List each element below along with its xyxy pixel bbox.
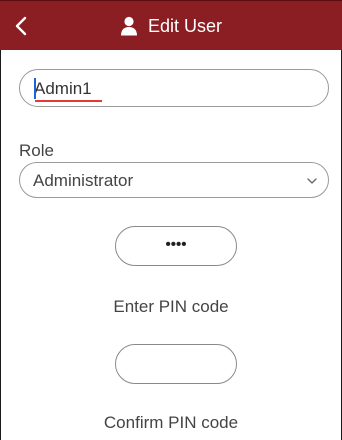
pin-input[interactable]: •••• <box>115 226 237 266</box>
enter-pin-label: Enter PIN code <box>113 297 229 316</box>
username-field[interactable] <box>19 69 329 107</box>
window-border-left <box>0 0 1 440</box>
confirm-pin-label: Confirm PIN code <box>103 413 239 432</box>
confirm-pin-input[interactable] <box>115 344 237 384</box>
user-icon <box>120 16 137 36</box>
page-title: Edit User <box>147 15 223 36</box>
role-label: Role <box>19 141 54 160</box>
role-select-value: Administrator <box>33 171 134 190</box>
pin-masked-value: •••• <box>165 236 187 253</box>
username-input[interactable] <box>34 78 314 100</box>
role-select[interactable]: Administrator <box>19 162 329 198</box>
text-cursor <box>34 78 36 99</box>
chevron-down-icon <box>307 178 317 184</box>
app-header: Edit User <box>0 0 342 50</box>
header-title-group: Edit User <box>0 1 342 51</box>
spellcheck-underline <box>35 100 102 102</box>
